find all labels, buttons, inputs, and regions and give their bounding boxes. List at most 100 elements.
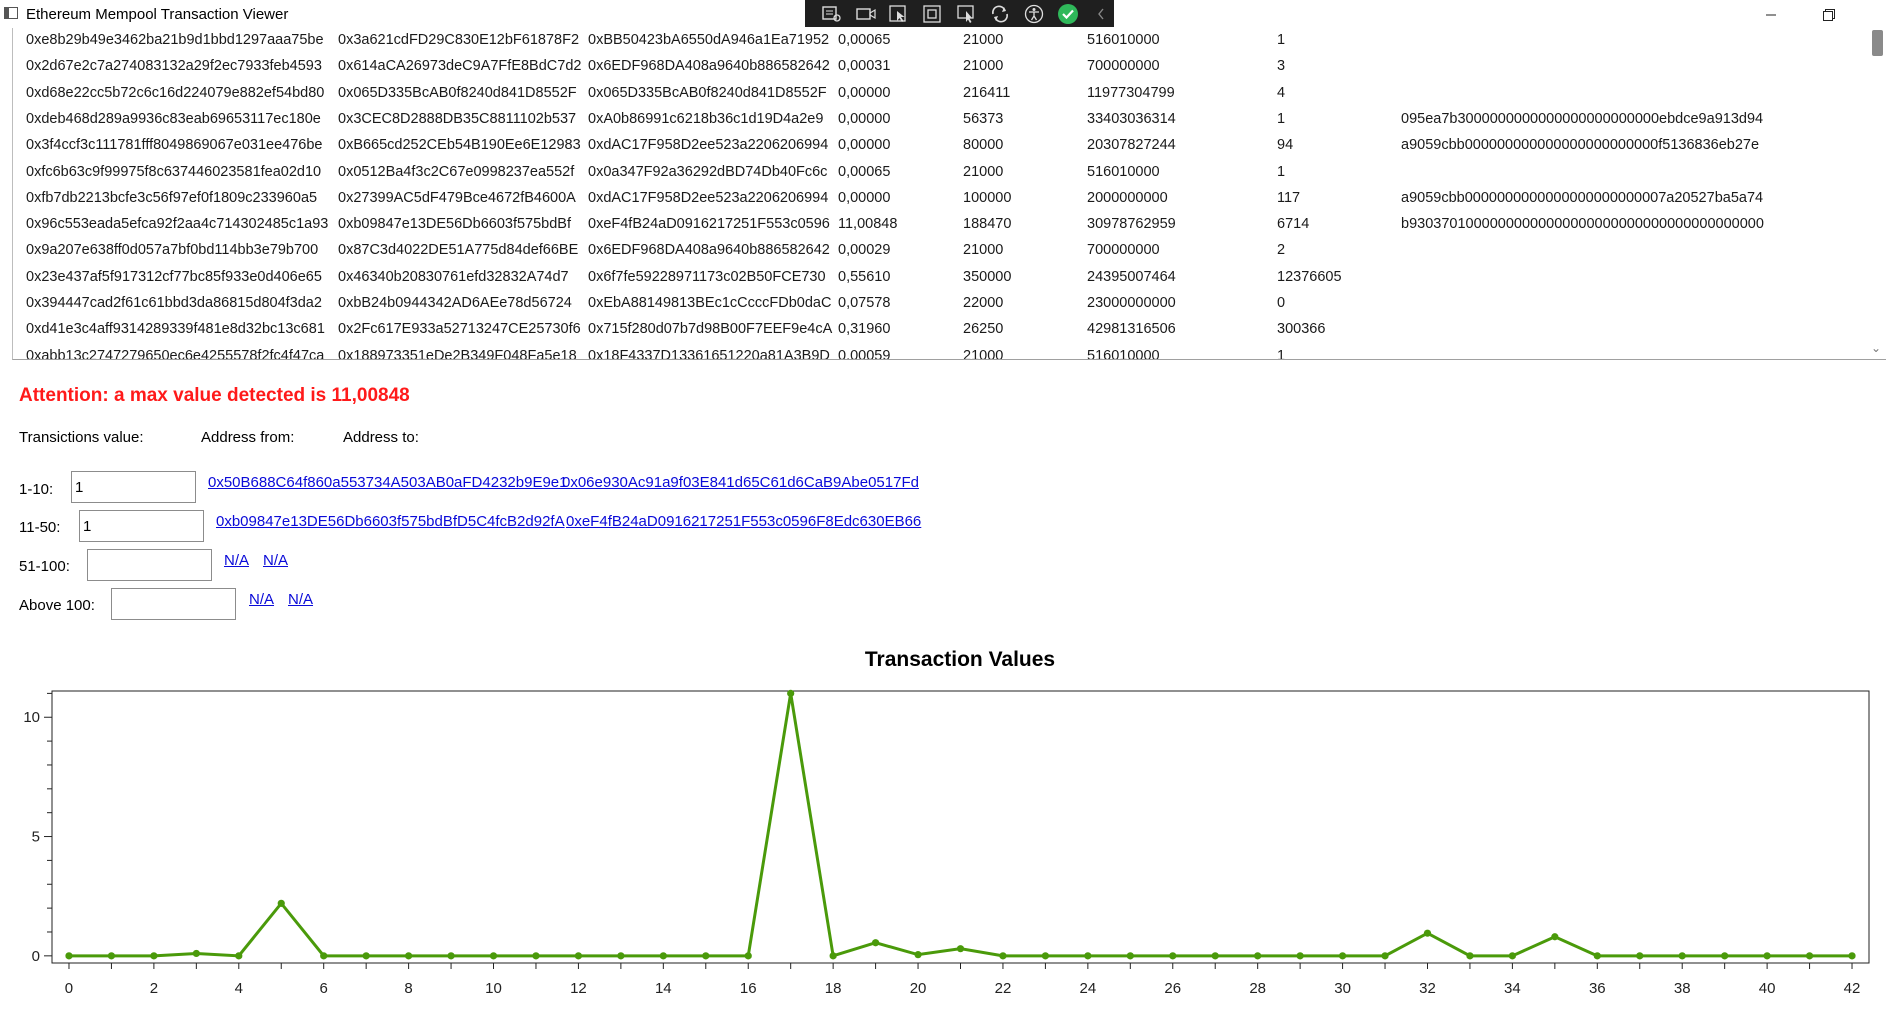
cell-to: 0xEbA88149813BEc1cCcccFDb0daC [588,295,832,311]
restore-icon[interactable] [1806,0,1852,30]
data-point [956,945,965,953]
track-focused-element-icon[interactable] [954,3,980,25]
data-point [1041,952,1050,960]
cell-nonce: 1 [1277,163,1286,180]
range-count-input[interactable] [87,549,212,581]
cell-gas: 216411 [963,84,1011,101]
cell-nonce: 1 [1277,347,1286,360]
cell-gas-price: 24395007464 [1087,268,1176,285]
cell-value: 0,00065 [838,163,891,180]
data-point [1678,952,1686,960]
address-from-link[interactable]: N/A [249,591,274,608]
cell-hash: 0x2d67e2c7a274083132a29f2ec7933feb4593 [26,58,322,75]
table-row[interactable]: 0xe8b29b49e3462ba21b9d1bbd1297aaa75be 0x3… [13,28,1863,54]
table-row[interactable]: 0xfc6b63c9f99975f8c637446023581fea02d10 0… [13,160,1863,186]
data-point [1338,952,1347,960]
x-tick-label: 40 [1759,980,1776,997]
table-row[interactable]: 0x394447cad2f61c61bbd3da86815d804f3da2 0x… [13,291,1863,317]
y-tick-label: 10 [23,709,40,726]
cell-from: 0x614aCA26973deC9A7FfE8BdC7d2 [338,58,582,75]
table-row[interactable]: 0x96c553eada5efca92f2aa4c714302485c1a93 0… [13,212,1863,238]
table-row[interactable]: 0x23e437af5f917312cf77bc85f933e0d406e65 0… [13,265,1863,291]
x-tick-label: 30 [1334,980,1351,997]
cell-to: 0xA0b86991c6218b36c1d19D4a2e9 [588,110,824,127]
accessibility-icon[interactable] [1021,3,1047,25]
table-row[interactable]: 0xdeb468d289a9936c83eab69653117ec180e 0x3… [13,107,1863,133]
data-point [192,949,200,958]
address-from-link[interactable]: 0x50B688C64f860a553734A503AB0aFD4232b9E9… [208,474,567,491]
data-point [447,952,455,960]
range-label: Above 100: [19,597,95,614]
cell-input: a9059cbb0000000000000000000000007a20527b… [1401,189,1764,206]
data-point [150,952,158,960]
live-visual-tree-icon[interactable] [819,3,845,25]
cell-from: 0xb09847e13DE56Db6603f575bdBf [338,216,572,233]
data-point [277,899,285,907]
scroll-down-icon[interactable]: ⌄ [1871,341,1881,355]
camera-icon[interactable] [853,3,879,25]
data-point [107,952,116,960]
data-point [405,952,413,960]
display-layout-adorners-icon[interactable] [920,3,946,25]
data-point [999,952,1007,960]
table-row[interactable]: 0xd41e3c4aff9314289339f481e8d32bc13c681 0… [13,317,1863,343]
table-row[interactable]: 0x2d67e2c7a274083132a29f2ec7933feb4593 0x… [13,54,1863,80]
title-bar: Ethereum Mempool Transaction Viewer [0,0,1886,31]
cell-value: 0,55610 [838,268,891,285]
cell-from: 0x0512Ba4f3c2C67e0998237ea552f [338,163,575,180]
data-point [1254,952,1262,960]
plot-area [51,690,1870,964]
data-point [1593,952,1601,960]
transactions-grid[interactable]: ⌄ 0xe8b29b49e3462ba21b9d1bbd1297aaa75be 0… [12,28,1886,360]
x-tick-label: 10 [485,980,502,997]
address-to-link[interactable]: N/A [288,591,313,608]
minimize-icon[interactable] [1748,0,1794,30]
cell-gas-price: 2000000000 [1087,189,1168,206]
cell-to: 0x6EDF968DA408a9640b886582642 [588,242,830,259]
cell-gas-price: 33403036314 [1087,110,1176,127]
x-tick-label: 6 [320,980,328,997]
address-to-link[interactable]: 0xeF4fB24aD0916217251F553c0596F8Edc630EB… [566,513,921,530]
table-row[interactable]: 0x3f4ccf3c111781fff8049869067e031ee476be… [13,133,1863,159]
collapse-toolbar-icon[interactable] [1088,3,1114,25]
cell-nonce: 300366 [1277,321,1326,338]
cell-from: 0x3CEC8D2888DB35C8811102b537 [338,110,577,127]
select-element-icon[interactable] [886,3,912,25]
table-row[interactable]: 0xabb13c2747279650ec6e4255578f2fc4f47ca 0… [13,344,1863,360]
data-point [1126,952,1134,960]
cell-gas: 22000 [963,295,1004,311]
cell-nonce: 0 [1277,295,1286,311]
data-point [1636,952,1644,960]
address-from-link[interactable]: N/A [224,552,249,569]
transaction-values-chart: 0 2 4 6 8 10 12 14 16 18 20 22 24 26 28 30 32 34 36 38 40 420… [23,689,1870,997]
cell-from: 0x3a621cdFD29C830E12bF61878F2 [338,32,580,48]
address-to-link[interactable]: N/A [263,552,288,569]
vertical-scrollbar[interactable]: ⌄ [1868,28,1886,358]
cell-to: 0x6EDF968DA408a9640b886582642 [588,58,830,75]
cell-value: 0,00000 [838,84,891,101]
binding-check-icon[interactable] [1055,3,1081,25]
range-count-input[interactable] [111,588,236,620]
hot-reload-icon[interactable] [987,3,1013,25]
cell-hash: 0xe8b29b49e3462ba21b9d1bbd1297aaa75be [26,32,324,48]
address-from-link[interactable]: 0xb09847e13DE56Db6603f575bdBfD5C4fcB2d92… [216,513,565,530]
cell-hash: 0x9a207e638ff0d057a7bf0bd114bb3e79b700 [26,242,319,259]
address-to-link[interactable]: 0x06e930Ac91a9f03E841d65C61d6CaB9Abe0517… [562,474,919,491]
table-row[interactable]: 0xd68e22cc5b72c6c16d224079e882ef54bd80 0x… [13,81,1863,107]
header-transactions-value: Transictions value: [19,429,144,446]
cell-gas: 100000 [963,189,1012,206]
attention-message: Attention: a max value detected is 11,00… [19,385,410,406]
scroll-thumb[interactable] [1872,30,1883,56]
cell-value: 11,00848 [838,216,898,233]
y-tick-label: 5 [32,829,40,846]
cell-from: 0xB665cd252CEb54B190Ee6E12983 [338,137,581,154]
x-tick-label: 20 [910,980,927,997]
range-count-input[interactable] [71,471,196,503]
header-address-to: Address to: [343,429,419,446]
table-row[interactable]: 0xfb7db2213bcfe3c56f97ef0f1809c233960a5 0… [13,186,1863,212]
cell-from: 0x27399AC5dF479Bce4672fB4600A [338,189,576,206]
table-row[interactable]: 0x9a207e638ff0d057a7bf0bd114bb3e79b700 0x… [13,238,1863,264]
cell-from: 0x188973351eDe2B349F048Fa5e18 [338,347,577,360]
range-count-input[interactable] [79,510,204,542]
data-point [659,952,667,960]
